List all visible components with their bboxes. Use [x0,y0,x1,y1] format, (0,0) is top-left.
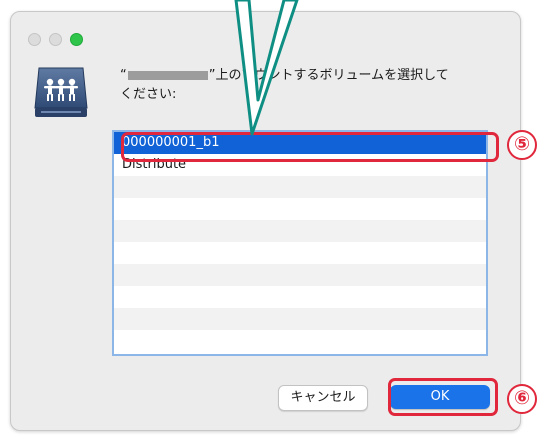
step-5-marker: ⑤ [507,130,537,160]
volume-highlight-box [121,132,499,162]
list-empty-row [114,308,486,330]
volume-list[interactable]: 000000001_b1 Distribute [112,130,488,356]
ok-highlight-box [388,378,498,416]
list-empty-row [114,220,486,242]
window-controls [28,33,83,46]
list-empty-row [114,264,486,286]
prompt-open-quote: “ [120,68,127,83]
list-empty-row [114,198,486,220]
prompt-text-line2: ください: [120,87,177,102]
shared-server-icon [34,67,88,117]
dialog-prompt: “ ”上のマウントするボリュームを選択して ください: [120,66,490,104]
cancel-button[interactable]: キャンセル [278,385,368,411]
prompt-text-line1: ”上のマウントするボリュームを選択して [208,68,449,83]
zoom-window-button[interactable] [70,33,83,46]
list-empty-row [114,286,486,308]
list-empty-row [114,330,486,352]
list-empty-row [114,242,486,264]
close-window-button[interactable] [28,33,41,46]
step-6-marker: ⑥ [507,384,537,414]
list-empty-row [114,176,486,198]
redacted-server-name [127,71,208,80]
minimize-window-button[interactable] [49,33,62,46]
